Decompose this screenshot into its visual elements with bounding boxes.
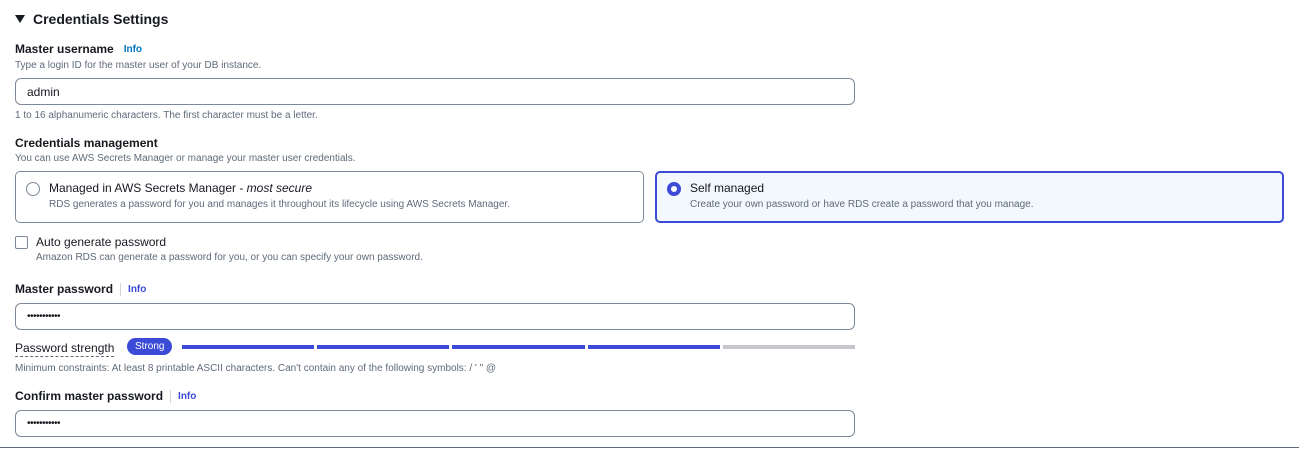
master-username-constraint: 1 to 16 alphanumeric characters. The fir… [15,110,318,121]
confirm-password-info-link[interactable]: Info [178,391,196,402]
strength-segment [587,345,720,349]
credentials-management-description: You can use AWS Secrets Manager or manag… [15,153,356,164]
strength-segment [452,345,585,349]
credentials-management-label: Credentials management [15,136,158,150]
secrets-manager-title-text: Managed in AWS Secrets Manager - [49,181,247,195]
confirm-password-label-row: Confirm master password Info [15,389,196,403]
confirm-password-input[interactable]: ••••••••••• [15,410,855,437]
radio-secrets-manager[interactable] [26,182,40,196]
master-password-input[interactable]: ••••••••••• [15,303,855,330]
master-username-description: Type a login ID for the master user of y… [15,60,262,71]
self-managed-title: Self managed [690,181,765,195]
master-username-input[interactable]: admin [15,78,855,105]
auto-generate-description: Amazon RDS can generate a password for y… [36,252,423,263]
secrets-manager-title-emphasis: most secure [246,181,313,195]
radio-self-managed[interactable] [667,182,681,196]
master-password-value: ••••••••••• [27,311,61,322]
master-username-label: Master username [15,42,114,56]
password-strength-badge: Strong [127,338,173,355]
self-managed-description: Create your own password or have RDS cre… [690,199,1034,210]
strength-segment [722,345,855,349]
radio-card-secrets-manager[interactable]: Managed in AWS Secrets Manager - most se… [15,171,644,223]
master-username-info-link[interactable]: Info [124,44,142,55]
strength-segment [182,345,315,349]
confirm-password-label: Confirm master password [15,389,164,403]
confirm-password-value: ••••••••••• [27,418,61,429]
password-strength-label[interactable]: Password strength [15,341,115,357]
auto-generate-label[interactable]: Auto generate password [36,235,166,249]
radio-card-self-managed[interactable]: Self managed Create your own password or… [655,171,1284,223]
master-username-label-row: Master username Info [15,42,142,56]
label-divider [120,282,122,296]
section-title: Credentials Settings [33,11,169,27]
divider [0,447,1299,448]
master-username-value: admin [27,84,60,99]
credentials-settings-panel: Credentials Settings Master username Inf… [0,0,1299,449]
master-password-constraint: Minimum constraints: At least 8 printabl… [15,363,497,374]
master-password-info-link[interactable]: Info [128,284,146,295]
master-password-label: Master password [15,282,114,296]
section-toggle[interactable]: Credentials Settings [15,11,168,27]
secrets-manager-description: RDS generates a password for you and man… [49,199,510,210]
label-divider [170,389,172,403]
master-password-label-row: Master password Info [15,282,146,296]
secrets-manager-title: Managed in AWS Secrets Manager - most se… [49,181,510,195]
caret-down-icon [15,15,25,23]
strength-segment [317,345,450,349]
password-strength-meter [182,345,855,349]
auto-generate-checkbox[interactable] [15,236,28,249]
